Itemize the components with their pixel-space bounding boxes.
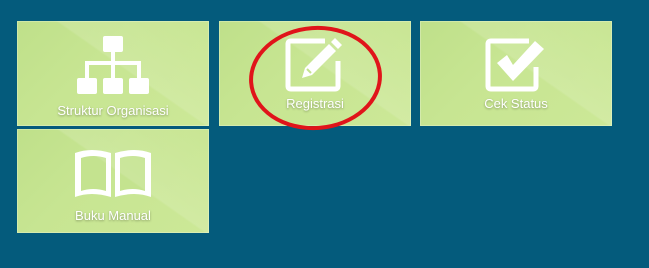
tile-buku-manual[interactable]: Buku Manual [17,129,209,233]
tile-label-struktur-organisasi: Struktur Organisasi [57,103,169,118]
tile-label-cek-status: Cek Status [484,96,548,111]
open-book-icon [75,150,151,197]
tile-cek-status[interactable]: Cek Status [420,21,612,126]
tile-struktur-organisasi[interactable]: Struktur Organisasi [17,21,209,126]
tile-label-registrasi: Registrasi [286,96,344,111]
checkbox-check-icon [485,38,544,92]
edit-pencil-icon [285,38,342,92]
tile-registrasi[interactable]: Registrasi [219,21,411,126]
tile-label-buku-manual: Buku Manual [75,208,151,223]
org-chart-icon [77,36,149,94]
